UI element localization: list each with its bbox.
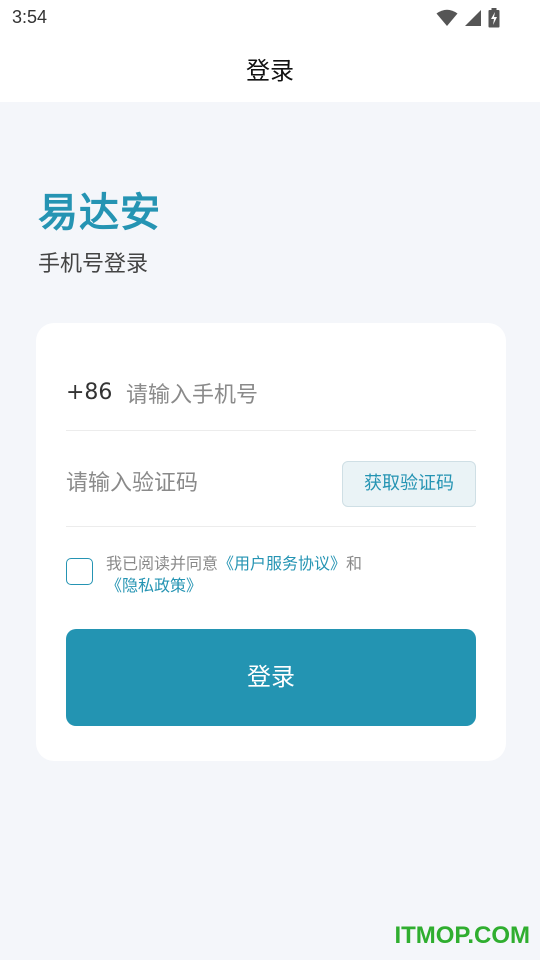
page-title: 登录 [246, 57, 294, 85]
watermark: ITMOP.COM [394, 922, 530, 949]
verification-code-input[interactable] [66, 463, 326, 503]
login-button[interactable]: 登录 [66, 629, 476, 726]
agreement-checkbox[interactable] [66, 558, 93, 585]
signal-icon [464, 9, 482, 27]
phone-row: +86 [66, 371, 476, 431]
status-bar: 3:54 [0, 0, 540, 36]
app-bar: 登录 [0, 36, 540, 102]
brand-name: 易达安 [38, 190, 161, 236]
status-time: 3:54 [12, 7, 48, 27]
status-icons [436, 8, 500, 28]
country-code[interactable]: +86 [66, 380, 112, 405]
agreement-text: 我已阅读并同意《用户服务协议》和《隐私政策》 [106, 553, 466, 597]
brand-subtitle: 手机号登录 [38, 252, 149, 277]
login-card: +86 获取验证码 我已阅读并同意《用户服务协议》和《隐私政策》 登录 [36, 323, 506, 761]
agreement-and: 和 [346, 554, 363, 573]
battery-charging-icon [488, 8, 500, 28]
agreement-prefix: 我已阅读并同意 [106, 554, 219, 573]
code-row: 获取验证码 [66, 431, 476, 527]
terms-link[interactable]: 《用户服务协议》 [218, 554, 346, 573]
get-code-button[interactable]: 获取验证码 [342, 461, 476, 507]
wifi-icon [436, 9, 458, 27]
phone-input[interactable] [126, 375, 466, 415]
agreement-row: 我已阅读并同意《用户服务协议》和《隐私政策》 [66, 553, 476, 603]
privacy-link[interactable]: 《隐私政策》 [106, 576, 202, 595]
